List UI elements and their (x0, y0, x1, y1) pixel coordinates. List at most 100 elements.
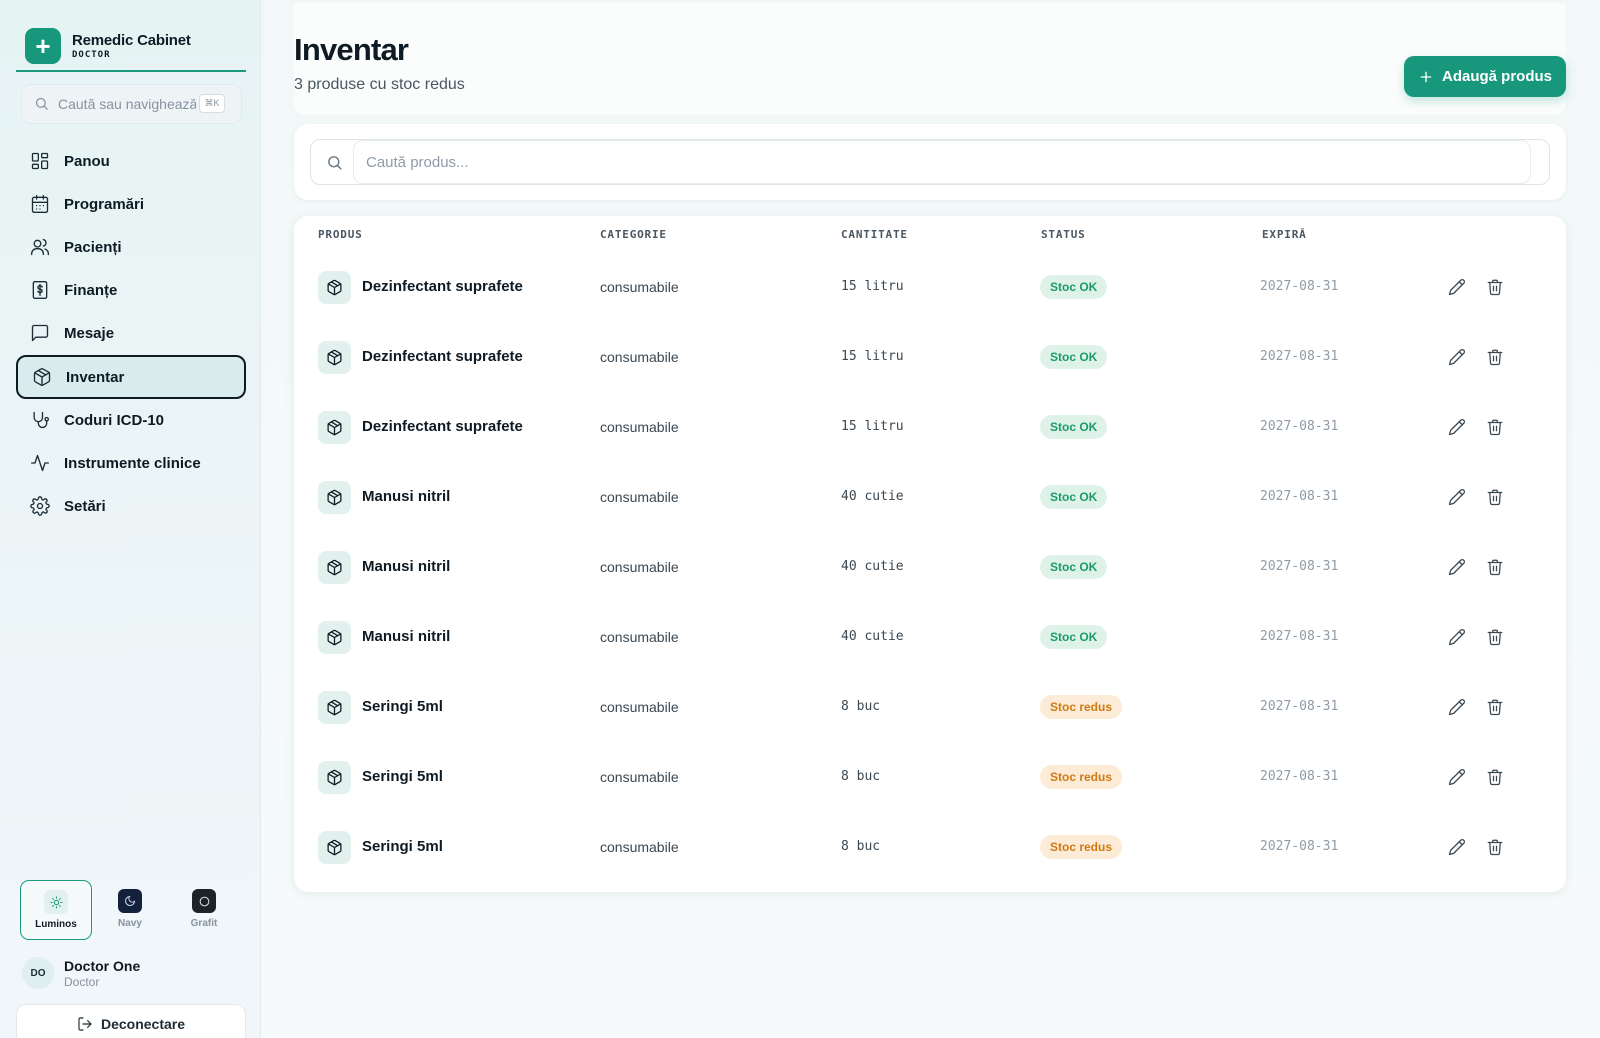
status-badge: Stoc redus (1040, 835, 1123, 859)
sidebar-item-label: Finanțe (64, 281, 118, 299)
status-badge: Stoc redus (1040, 765, 1123, 789)
product-quantity: 40 cutie (841, 629, 904, 644)
product-name: Dezinfectant suprafete (362, 418, 523, 435)
delete-trash-icon[interactable] (1484, 486, 1506, 508)
page-header (294, 3, 1566, 115)
delete-trash-icon[interactable] (1484, 696, 1506, 718)
package-icon (318, 551, 351, 584)
sidebar-item-finante[interactable]: Finanțe (16, 268, 246, 312)
delete-trash-icon[interactable] (1484, 836, 1506, 858)
brand[interactable]: + Remedic Cabinet DOCTOR (16, 14, 246, 72)
delete-trash-icon[interactable] (1484, 276, 1506, 298)
column-header-categorie[interactable]: CATEGORIE (600, 228, 667, 241)
logout-icon (78, 1017, 92, 1031)
column-header-status[interactable]: STATUS (1041, 228, 1086, 241)
product-category: consumabile (600, 629, 679, 645)
status-badge: Stoc OK (1040, 485, 1108, 509)
edit-pencil-icon[interactable] (1446, 696, 1468, 718)
sidebar-item-inventar[interactable]: Inventar (16, 355, 246, 399)
sidebar-item-label: Programări (64, 195, 145, 213)
table-row[interactable]: Seringi 5ml consumabile 8 buc Stoc redus 202… (294, 742, 1566, 812)
user-role: Doctor (64, 975, 100, 989)
edit-pencil-icon[interactable] (1446, 276, 1468, 298)
sidebar-item-panou[interactable]: Panou (16, 139, 246, 183)
delete-trash-icon[interactable] (1484, 556, 1506, 578)
status-badge: Stoc OK (1040, 555, 1108, 579)
logout-label: Deconectare (100, 1016, 186, 1032)
product-name: Seringi 5ml (362, 768, 443, 785)
sidebar-search-input[interactable] (58, 93, 196, 115)
product-name: Dezinfectant suprafete (362, 348, 523, 365)
theme-label: Grafit (190, 918, 218, 929)
add-product-button[interactable]: Adaugă produs (1404, 56, 1566, 97)
product-expiry: 2027-08-31 (1260, 489, 1339, 504)
delete-trash-icon[interactable] (1484, 626, 1506, 648)
product-search (310, 139, 1550, 185)
plus-icon (1420, 71, 1432, 82)
column-header-produs[interactable]: PRODUS (318, 228, 363, 241)
edit-pencil-icon[interactable] (1446, 486, 1468, 508)
column-header-expira[interactable]: EXPIRĂ (1262, 228, 1307, 241)
sun-icon (44, 890, 68, 914)
sidebar-item-coduri-icd10[interactable]: Coduri ICD-10 (16, 398, 246, 442)
product-expiry: 2027-08-31 (1260, 769, 1339, 784)
product-category: consumabile (600, 279, 679, 295)
sidebar-item-label: Instrumente clinice (64, 454, 201, 472)
table-row[interactable]: Dezinfectant suprafete consumabile 15 litr… (294, 252, 1566, 322)
circle-icon (192, 889, 216, 913)
user-profile[interactable]: DO Doctor One Doctor (22, 955, 242, 991)
product-expiry: 2027-08-31 (1260, 279, 1339, 294)
table-row[interactable]: Seringi 5ml consumabile 8 buc Stoc redus 202… (294, 812, 1566, 882)
product-category: consumabile (600, 839, 679, 855)
product-category: consumabile (600, 349, 679, 365)
theme-grafit-button[interactable]: Grafit (168, 880, 240, 940)
delete-trash-icon[interactable] (1484, 346, 1506, 368)
brand-role: DOCTOR (72, 50, 111, 60)
delete-trash-icon[interactable] (1484, 766, 1506, 788)
sidebar-item-mesaje[interactable]: Mesaje (16, 311, 246, 355)
page-subtitle: 3 produse cu stoc redus (294, 76, 465, 93)
table-row[interactable]: Manusi nitril consumabile 40 cutie Stoc OK 2… (294, 462, 1566, 532)
product-expiry: 2027-08-31 (1260, 629, 1339, 644)
product-expiry: 2027-08-31 (1260, 699, 1339, 714)
moon-icon (118, 889, 142, 913)
users-icon (31, 238, 49, 256)
product-quantity: 15 litru (841, 279, 904, 294)
edit-pencil-icon[interactable] (1446, 626, 1468, 648)
delete-trash-icon[interactable] (1484, 416, 1506, 438)
product-quantity: 15 litru (841, 349, 904, 364)
edit-pencil-icon[interactable] (1446, 346, 1468, 368)
sidebar-item-programari[interactable]: Programări (16, 182, 246, 226)
sidebar-item-setari[interactable]: Setări (16, 484, 246, 528)
sidebar-item-pacienti[interactable]: Pacienți (16, 225, 246, 269)
product-search-input[interactable] (353, 140, 1531, 184)
column-header-cantitate[interactable]: CANTITATE (841, 228, 908, 241)
package-icon (318, 411, 351, 444)
table-row[interactable]: Manusi nitril consumabile 40 cutie Stoc OK 2… (294, 532, 1566, 602)
product-expiry: 2027-08-31 (1260, 839, 1339, 854)
edit-pencil-icon[interactable] (1446, 416, 1468, 438)
search-icon (326, 154, 343, 176)
edit-pencil-icon[interactable] (1446, 556, 1468, 578)
sidebar-item-instrumente-clinice[interactable]: Instrumente clinice (16, 441, 246, 485)
theme-switcher: Luminos Navy Grafit (20, 880, 242, 940)
table-row[interactable]: Dezinfectant suprafete consumabile 15 litr… (294, 392, 1566, 462)
edit-pencil-icon[interactable] (1446, 766, 1468, 788)
logout-button[interactable]: Deconectare (16, 1004, 246, 1038)
edit-pencil-icon[interactable] (1446, 836, 1468, 858)
product-quantity: 8 buc (841, 699, 881, 714)
table-row[interactable]: Manusi nitril consumabile 40 cutie Stoc OK 2… (294, 602, 1566, 672)
package-icon (318, 691, 351, 724)
theme-navy-button[interactable]: Navy (94, 880, 166, 940)
product-expiry: 2027-08-31 (1260, 559, 1339, 574)
gear-icon (30, 496, 50, 516)
table-row[interactable]: Seringi 5ml consumabile 8 buc Stoc redus 202… (294, 672, 1566, 742)
theme-luminos-button[interactable]: Luminos (20, 880, 92, 940)
search-icon (34, 96, 49, 116)
table-row[interactable]: Dezinfectant suprafete consumabile 15 litr… (294, 322, 1566, 392)
product-category: consumabile (600, 419, 679, 435)
theme-label: Luminos (35, 919, 77, 930)
product-name: Manusi nitril (362, 488, 451, 505)
message-icon (31, 324, 49, 342)
add-product-label: Adaugă produs (1441, 68, 1552, 85)
